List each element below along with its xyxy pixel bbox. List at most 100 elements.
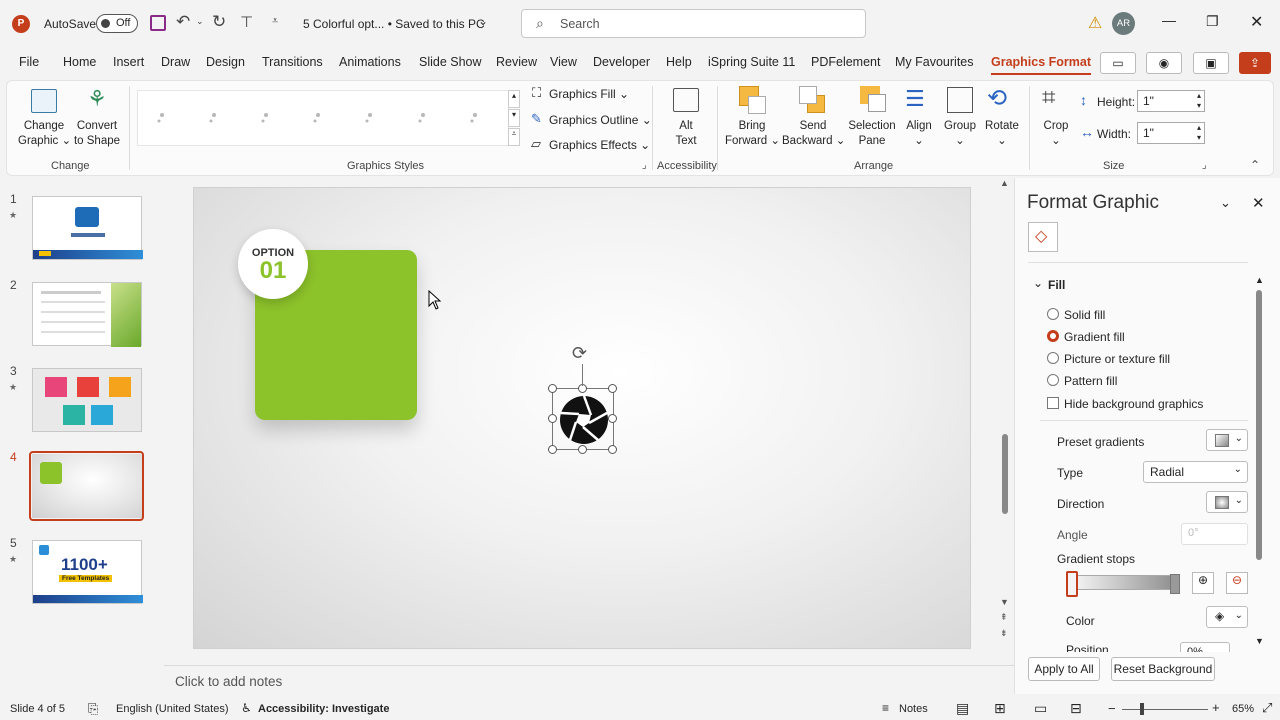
zoom-slider-thumb[interactable] — [1140, 703, 1144, 715]
collapse-ribbon-icon[interactable]: ⌃ — [1250, 158, 1260, 172]
scroll-up-icon[interactable]: ▲ — [1000, 178, 1009, 188]
bring-forward-button[interactable]: Bring Forward ⌄ — [725, 119, 780, 149]
slide-canvas[interactable]: OPTION 01 ⟳ — [193, 187, 971, 649]
gallery-more[interactable]: ⩡ — [508, 128, 520, 146]
vertical-scrollbar-thumb[interactable] — [1002, 434, 1008, 514]
tab-design[interactable]: Design — [206, 55, 245, 69]
tab-animations[interactable]: Animations — [339, 55, 401, 69]
resize-handle[interactable] — [548, 414, 557, 423]
redo-icon[interactable]: ↻ — [212, 12, 226, 32]
reading-view-icon[interactable]: ⊟ — [1070, 700, 1082, 717]
zoom-slider-track[interactable] — [1122, 709, 1208, 710]
tab-view[interactable]: View — [550, 55, 577, 69]
rotate-button[interactable]: Rotate ⌄ — [983, 119, 1021, 149]
hide-bg-label[interactable]: Hide background graphics — [1064, 397, 1203, 411]
notes-button[interactable]: Notes — [899, 703, 928, 715]
tab-help[interactable]: Help — [666, 55, 692, 69]
color-dropdown[interactable]: ◈ ⌄ — [1206, 606, 1248, 628]
tab-pdfelement[interactable]: PDFelement — [811, 55, 880, 69]
previous-slide-icon[interactable]: ⇞ — [1000, 612, 1008, 623]
gradient-stop-handle[interactable] — [1066, 571, 1078, 597]
width-stepper-icon[interactable]: ▴ ▾ — [1197, 123, 1201, 143]
zoom-level[interactable]: 65% — [1232, 703, 1254, 715]
size-launcher-icon[interactable]: ⌟ — [1202, 160, 1207, 171]
resize-handle[interactable] — [608, 414, 617, 423]
reset-background-button[interactable]: Reset Background — [1111, 657, 1215, 681]
pattern-fill-radio[interactable] — [1047, 374, 1059, 386]
undo-dropdown-icon[interactable]: ⌄ — [196, 16, 204, 27]
gradient-fill-label[interactable]: Gradient fill — [1064, 330, 1125, 344]
change-graphic-button[interactable]: Change Graphic ⌄ — [18, 119, 71, 149]
convert-to-shape-button[interactable]: Convert to Shape — [72, 119, 122, 149]
option-badge[interactable]: OPTION 01 — [238, 229, 308, 299]
resize-handle[interactable] — [548, 384, 557, 393]
styles-launcher-icon[interactable]: ⌟ — [642, 160, 647, 171]
scroll-down-icon[interactable]: ▼ — [1000, 597, 1009, 607]
type-dropdown[interactable]: Radial ⌄ — [1143, 461, 1248, 483]
search-box[interactable]: ⌕ Search — [521, 9, 866, 38]
height-stepper-icon[interactable]: ▴ ▾ — [1197, 91, 1201, 111]
rotation-handle-icon[interactable]: ⟳ — [572, 343, 587, 364]
height-input[interactable]: 1" ▴ ▾ — [1137, 90, 1205, 112]
graphics-effects-button[interactable]: Graphics Effects ⌄ — [549, 138, 650, 152]
add-stop-button[interactable]: ⊕ — [1192, 572, 1214, 594]
zoom-out-icon[interactable]: − — [1108, 701, 1116, 716]
gradient-fill-radio[interactable] — [1047, 330, 1059, 342]
position-input[interactable]: 0% — [1180, 642, 1230, 652]
crop-button[interactable]: Crop ⌄ — [1036, 119, 1076, 149]
alt-text-button[interactable]: Alt Text — [666, 119, 706, 149]
pane-scrollbar-thumb[interactable] — [1256, 290, 1262, 560]
pane-scroll-up-icon[interactable]: ▲ — [1255, 275, 1264, 285]
slide-sorter-icon[interactable]: ⊞ — [994, 700, 1006, 717]
zoom-in-icon[interactable]: + — [1212, 700, 1220, 715]
normal-view-icon[interactable]: ▤ — [956, 700, 969, 717]
slide-thumbnail-1[interactable] — [32, 196, 143, 260]
fit-slide-icon[interactable]: ⤢ — [1262, 700, 1272, 716]
picture-fill-radio[interactable] — [1047, 352, 1059, 364]
resize-handle[interactable] — [578, 445, 587, 454]
autosave-toggle[interactable]: Off — [96, 14, 138, 33]
tab-developer[interactable]: Developer — [593, 55, 650, 69]
apply-to-all-button[interactable]: Apply to All — [1028, 657, 1100, 681]
graphics-styles-gallery[interactable] — [137, 90, 509, 146]
language-status[interactable]: English (United States) — [116, 703, 229, 715]
fill-section-title[interactable]: Fill — [1048, 278, 1065, 292]
preset-gradients-dropdown[interactable]: ⌄ — [1206, 429, 1248, 451]
tab-file[interactable]: File — [19, 55, 39, 69]
tab-ispring[interactable]: iSpring Suite 11 — [708, 55, 795, 69]
width-input[interactable]: 1" ▴ ▾ — [1137, 122, 1205, 144]
next-slide-icon[interactable]: ⇟ — [1000, 628, 1008, 639]
tab-insert[interactable]: Insert — [113, 55, 144, 69]
record-button[interactable]: ◉ — [1146, 52, 1182, 74]
group-button[interactable]: Group ⌄ — [941, 119, 979, 149]
spelling-icon[interactable]: ⎘ — [88, 701, 98, 717]
tab-slide-show[interactable]: Slide Show — [419, 55, 482, 69]
selected-graphic[interactable] — [552, 388, 614, 450]
accessibility-status[interactable]: Accessibility: Investigate — [258, 703, 389, 715]
resize-handle[interactable] — [548, 445, 557, 454]
share-button[interactable]: ⇪ — [1239, 52, 1271, 74]
pane-close-icon[interactable]: ✕ — [1252, 194, 1265, 212]
direction-dropdown[interactable]: ⌄ — [1206, 491, 1248, 513]
tab-graphics-format[interactable]: Graphics Format — [991, 55, 1092, 75]
gradient-stops-bar[interactable] — [1068, 575, 1180, 590]
undo-icon[interactable]: ↶ — [176, 12, 190, 32]
hide-bg-checkbox[interactable] — [1047, 397, 1059, 409]
customize-qat-icon[interactable]: ⩡ — [272, 15, 278, 28]
slide-counter[interactable]: Slide 4 of 5 — [10, 703, 65, 715]
tab-review[interactable]: Review — [496, 55, 537, 69]
close-icon[interactable]: ✕ — [1250, 12, 1263, 32]
slide-thumbnail-4[interactable] — [32, 454, 142, 518]
tab-my-favourites[interactable]: My Favourites — [895, 55, 974, 69]
pane-options-chevron-icon[interactable]: ⌄ — [1220, 195, 1231, 211]
notes-placeholder[interactable]: Click to add notes — [175, 674, 282, 689]
tab-transitions[interactable]: Transitions — [262, 55, 323, 69]
slide-thumbnail-3[interactable] — [32, 368, 142, 432]
resize-handle[interactable] — [608, 445, 617, 454]
comments-button[interactable]: ▭ — [1100, 52, 1136, 74]
slide-thumbnail-5[interactable]: 1100+ Free Templates — [32, 540, 143, 604]
tab-home[interactable]: Home — [63, 55, 96, 69]
fill-line-tab[interactable]: ◇ — [1028, 222, 1058, 252]
fill-collapse-icon[interactable]: ⌄ — [1033, 276, 1043, 290]
teams-button[interactable]: ▣ — [1193, 52, 1229, 74]
